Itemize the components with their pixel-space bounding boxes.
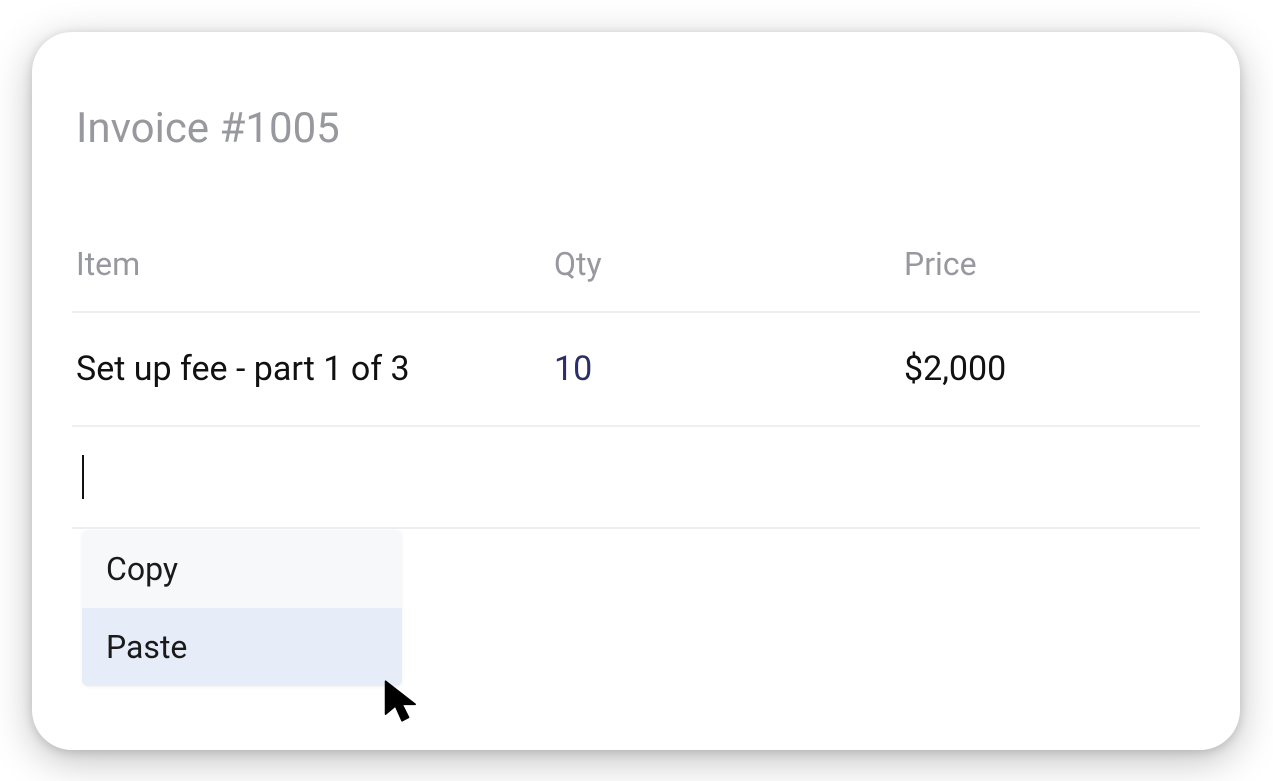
column-header-item: Item: [72, 225, 550, 313]
menu-item-paste[interactable]: Paste: [82, 608, 402, 686]
cell-price[interactable]: $2,000: [900, 313, 1200, 427]
cell-item[interactable]: Set up fee - part 1 of 3: [72, 313, 550, 427]
new-row-input[interactable]: [72, 427, 1200, 529]
column-header-qty: Qty: [550, 225, 900, 313]
cursor-icon: [382, 678, 422, 724]
text-caret: [82, 455, 84, 499]
invoice-table: Item Qty Price Set up fee - part 1 of 3 …: [72, 225, 1200, 529]
column-header-price: Price: [900, 225, 1200, 313]
invoice-title: Invoice #1005: [72, 104, 1200, 153]
context-menu: Copy Paste: [82, 530, 402, 686]
cell-qty[interactable]: 10: [550, 313, 900, 427]
menu-item-copy[interactable]: Copy: [82, 530, 402, 608]
